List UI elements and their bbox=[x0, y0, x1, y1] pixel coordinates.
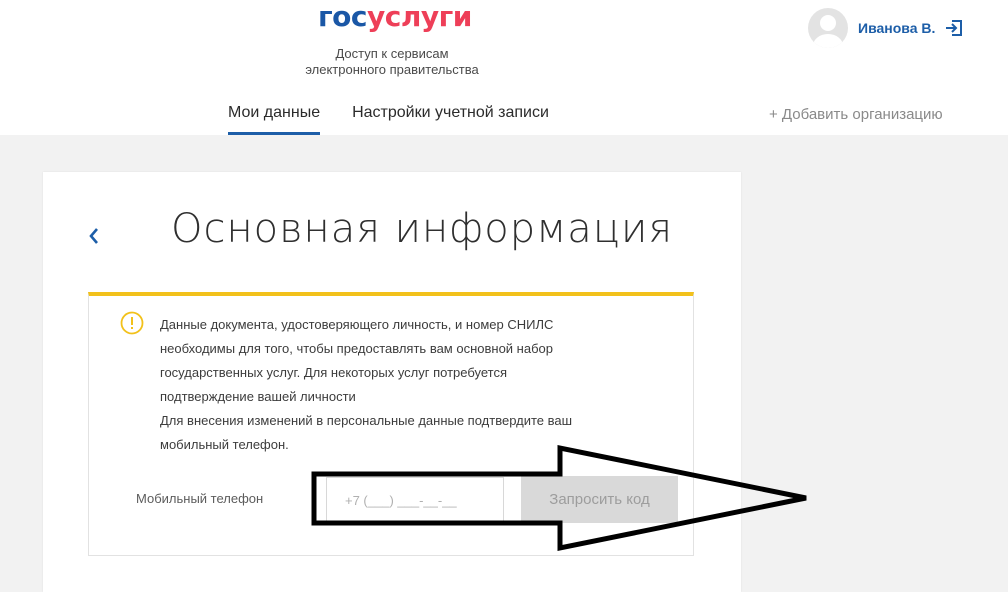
phone-input[interactable] bbox=[326, 477, 504, 523]
request-code-button[interactable]: Запросить код bbox=[521, 476, 678, 523]
phone-label: Мобильный телефон bbox=[136, 491, 264, 506]
warning-icon bbox=[120, 311, 144, 335]
user-menu[interactable]: Иванова В. bbox=[808, 8, 963, 48]
back-chevron-icon[interactable] bbox=[86, 222, 102, 250]
user-name[interactable]: Иванова В. bbox=[858, 20, 935, 36]
tagline-line-2: электронного правительства bbox=[305, 62, 479, 77]
notice-line: Для внесения изменений в персональные да… bbox=[160, 413, 573, 428]
notice-line: Данные документа, удостоверяющего личнос… bbox=[160, 317, 554, 332]
tagline-line-1: Доступ к сервисам bbox=[335, 46, 449, 61]
top-header: госуслуги Доступ к сервисам электронного… bbox=[0, 0, 1008, 135]
notice-text: Данные документа, удостоверяющего личнос… bbox=[160, 313, 640, 457]
account-tabs: Мои данные Настройки учетной записи bbox=[228, 104, 581, 135]
add-organization-link[interactable]: + Добавить организацию bbox=[769, 106, 943, 123]
notice-line: государственных услуг. Для некоторых усл… bbox=[160, 365, 508, 380]
notice-line: необходимы для того, чтобы предоставлять… bbox=[160, 341, 553, 356]
gosuslugi-logo[interactable]: госуслуги bbox=[318, 0, 472, 34]
user-avatar-icon[interactable] bbox=[808, 8, 848, 48]
logo-part-gos: гос bbox=[318, 0, 367, 33]
notice-line: подтверждение вашей личности bbox=[160, 389, 356, 404]
tab-account-settings[interactable]: Настройки учетной записи bbox=[352, 104, 549, 135]
notice-line: мобильный телефон. bbox=[160, 437, 289, 452]
tab-my-data[interactable]: Мои данные bbox=[228, 104, 321, 135]
page-title: Основная информация bbox=[171, 206, 674, 252]
tagline: Доступ к сервисам электронного правитель… bbox=[284, 46, 500, 78]
logout-icon[interactable] bbox=[945, 19, 963, 37]
logo-part-uslugi: услуги bbox=[366, 0, 472, 33]
